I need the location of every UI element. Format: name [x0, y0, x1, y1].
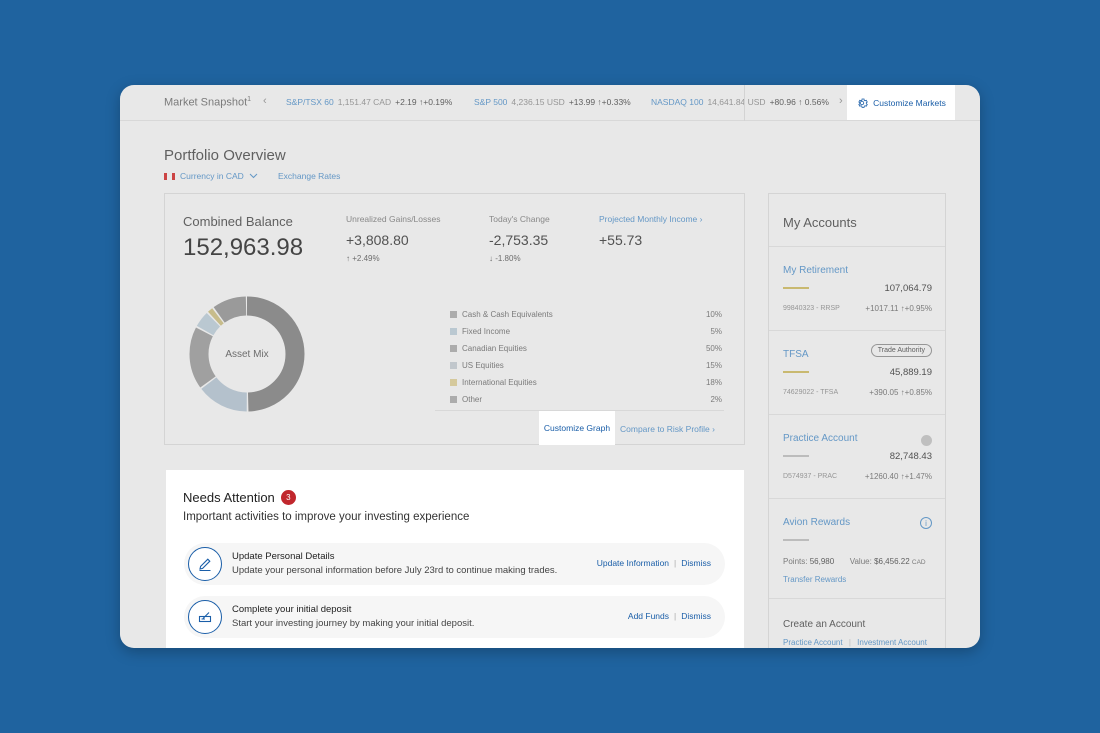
projected-income-link[interactable]: Projected Monthly Income › — [599, 214, 702, 224]
donut-center-label: Asset Mix — [225, 349, 268, 360]
needs-attention-header: Needs Attention 3 — [183, 490, 727, 505]
attention-actions: Update Information | Dismiss — [596, 558, 711, 568]
portfolio-card: Combined Balance 152,963.98 Unrealized G… — [164, 193, 745, 445]
projected-income: Projected Monthly Income › +55.73 — [599, 214, 703, 248]
account-color-bar — [783, 455, 809, 457]
practice-icon — [921, 435, 932, 446]
legend-item: US Equities 15% — [450, 357, 722, 374]
legend-item: Other 2% — [450, 391, 722, 408]
account-balance: 107,064.79 — [884, 283, 932, 294]
gear-icon — [858, 98, 868, 108]
account-gain: +1260.40 ↑+1.47% — [864, 472, 932, 481]
avion-color-bar — [783, 539, 809, 541]
ticker-item[interactable]: NASDAQ 100 14,641.84 USD +80.96 ↑ 0.56% — [651, 97, 829, 107]
legend-item: Fixed Income 5% — [450, 323, 722, 340]
create-account-card: Create an Account Practice Account | Inv… — [769, 598, 945, 648]
ticker-next-icon[interactable]: › — [839, 95, 843, 107]
investment-account-link[interactable]: Investment Account — [857, 638, 927, 647]
avion-rewards-card: Avion Rewards i Points: 56,980 Value: $6… — [769, 498, 945, 590]
accounts-panel: My Accounts My Retirement 107,064.79 998… — [768, 193, 946, 648]
legend-swatch — [450, 311, 457, 318]
practice-account-link[interactable]: Practice Account — [783, 638, 843, 647]
combined-balance-value: 152,963.98 — [183, 234, 304, 261]
accounts-title: My Accounts — [783, 215, 857, 230]
app-window: Market Snapshot1 ‹ S&P/TSX 60 1,151.47 CA… — [120, 85, 980, 648]
account-name[interactable]: Practice Account — [783, 433, 857, 444]
legend-item: Canadian Equities 50% — [450, 340, 722, 357]
legend-swatch — [450, 345, 457, 352]
account-gain: +390.05 ↑+0.85% — [869, 388, 932, 397]
currency-selector[interactable]: Currency in CAD — [164, 171, 258, 181]
legend-swatch — [450, 362, 457, 369]
account-id: 74629022 - TFSA — [783, 389, 839, 396]
chevron-down-icon — [249, 173, 258, 179]
customize-graph-button[interactable]: Customize Graph — [539, 411, 615, 445]
ticker-prev-icon[interactable]: ‹ — [263, 95, 267, 107]
ticker-item[interactable]: S&P 500 4,236.15 USD +13.99 ↑+0.33% — [474, 97, 631, 107]
needs-attention-subtitle: Important activities to improve your inv… — [183, 511, 470, 523]
needs-attention-panel: Needs Attention 3 Important activities t… — [166, 470, 744, 648]
asset-legend: Cash & Cash Equivalents 10% Fixed Income 5… — [450, 306, 722, 408]
attention-item-desc: Update your personal information before … — [232, 565, 558, 576]
account-name[interactable]: My Retirement — [783, 265, 848, 276]
account-balance: 45,889.19 — [889, 367, 932, 378]
combined-balance-label: Combined Balance — [183, 214, 293, 229]
pencil-icon — [188, 547, 222, 581]
account-balance: 82,748.43 — [889, 451, 932, 462]
avion-points-value: Points: 56,980 Value: $6,456.22 CAD — [783, 557, 926, 566]
account-color-bar — [783, 287, 809, 289]
create-account-title: Create an Account — [783, 619, 866, 630]
trade-authority-badge: Trade Authority — [870, 344, 932, 357]
legend-swatch — [450, 396, 457, 403]
account-card[interactable]: My Retirement 107,064.79 99840323 - RRSP… — [769, 246, 945, 330]
dismiss-link[interactable]: Dismiss — [681, 558, 711, 568]
attention-actions: Add Funds | Dismiss — [627, 611, 711, 621]
page-title: Portfolio Overview — [164, 147, 286, 164]
add-funds-link[interactable]: Add Funds — [628, 611, 669, 621]
account-id: 99840323 - RRSP — [783, 305, 840, 312]
account-card[interactable]: Practice Account 82,748.43 D574937 - PRA… — [769, 414, 945, 498]
attention-item-desc: Start your investing journey by making y… — [232, 618, 475, 629]
create-account-links: Practice Account | Investment Account — [783, 638, 927, 647]
needs-attention-title: Needs Attention — [183, 490, 275, 505]
account-id: D574937 - PRAC — [783, 473, 838, 480]
attention-item-title: Complete your initial deposit — [232, 604, 352, 615]
unrealized-gains: Unrealized Gains/Losses +3,808.80 ↑ +2.4… — [346, 214, 441, 263]
ticker-item[interactable]: S&P/TSX 60 1,151.47 CAD +2.19 ↑+0.19% — [286, 97, 452, 107]
account-gain: +1017.11 ↑+0.95% — [865, 304, 932, 313]
transfer-rewards-link[interactable]: Transfer Rewards — [783, 575, 846, 584]
customize-markets-button[interactable]: Customize Markets — [847, 85, 955, 120]
attention-item: Update Personal Details Update your pers… — [184, 543, 725, 585]
legend-swatch — [450, 379, 457, 386]
deposit-icon — [188, 600, 222, 634]
exchange-rates-link[interactable]: Exchange Rates — [278, 171, 340, 181]
account-color-bar — [783, 371, 809, 373]
legend-swatch — [450, 328, 457, 335]
attention-item: Complete your initial deposit Start your… — [184, 596, 725, 638]
legend-item: International Equities 18% — [450, 374, 722, 391]
canada-flag-icon — [164, 172, 175, 180]
dismiss-link[interactable]: Dismiss — [681, 611, 711, 621]
update-information-link[interactable]: Update Information — [597, 558, 669, 568]
legend-item: Cash & Cash Equivalents 10% — [450, 306, 722, 323]
account-card[interactable]: TFSA Trade Authority 45,889.19 74629022 … — [769, 330, 945, 414]
account-name[interactable]: TFSA — [783, 349, 809, 360]
attention-item-title: Update Personal Details — [232, 551, 335, 562]
todays-change: Today's Change -2,753.35 ↓ -1.80% — [489, 214, 550, 263]
ticker-divider — [744, 85, 745, 121]
compare-risk-profile-link[interactable]: Compare to Risk Profile › — [620, 424, 715, 434]
asset-mix-donut: Asset Mix — [189, 296, 305, 412]
attention-count-badge: 3 — [280, 490, 296, 505]
market-snapshot-title: Market Snapshot1 — [164, 96, 252, 109]
info-icon[interactable]: i — [920, 517, 932, 529]
avion-rewards-title[interactable]: Avion Rewards — [783, 517, 850, 528]
